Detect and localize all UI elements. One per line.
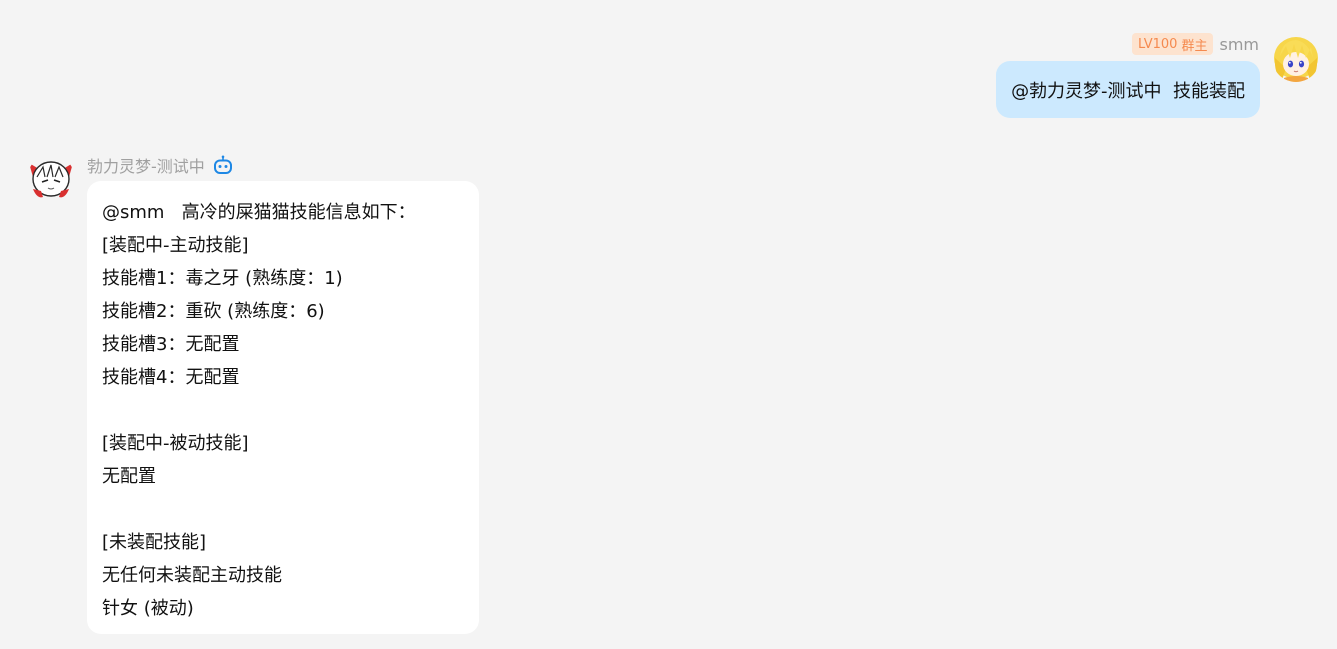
message-line: 技能槽4：无配置 bbox=[102, 367, 240, 388]
message-line: [未装配技能] bbox=[102, 532, 207, 553]
message-line bbox=[102, 394, 464, 427]
avatar-image bbox=[27, 155, 75, 203]
role-text: 群主 bbox=[1181, 38, 1208, 54]
blonde-anime-girl-avatar[interactable] bbox=[1272, 34, 1320, 82]
message-line: 无任何未装配主动技能 bbox=[102, 565, 282, 586]
message-line: 针女 (被动) bbox=[102, 598, 194, 619]
message-line: 技能槽3：无配置 bbox=[102, 334, 240, 355]
message-line: 技能槽1：毒之牙 (熟练度：1) bbox=[102, 268, 343, 289]
level-text: LV100 bbox=[1137, 36, 1178, 52]
message-line: [装配中-主动技能] bbox=[102, 235, 249, 256]
message-line: @smm 高冷的屎猫猫技能信息如下： bbox=[102, 202, 416, 223]
message-line: [装配中-被动技能] bbox=[102, 433, 249, 454]
outgoing-sender-name[interactable]: smm bbox=[1219, 35, 1259, 54]
incoming-message-bubble[interactable]: @smm 高冷的屎猫猫技能信息如下： [装配中-主动技能] 技能槽1：毒之牙 (… bbox=[87, 181, 479, 634]
robot-icon bbox=[213, 155, 233, 175]
message-line bbox=[102, 493, 464, 526]
reimu-chibi-avatar[interactable] bbox=[27, 155, 75, 203]
avatar-image bbox=[1272, 34, 1320, 82]
outgoing-message-header: LV100 群主 smm bbox=[1131, 33, 1259, 55]
member-level-badge: LV100 群主 bbox=[1131, 33, 1214, 55]
incoming-sender-name[interactable]: 勃力灵梦-测试中 bbox=[87, 153, 205, 177]
message-line: 技能槽2：重砍 (熟练度：6) bbox=[102, 301, 325, 322]
incoming-message-header: 勃力灵梦-测试中 bbox=[87, 153, 233, 177]
message-line: 无配置 bbox=[102, 466, 156, 487]
outgoing-message-bubble[interactable]: @勃力灵梦-测试中 技能装配 bbox=[996, 61, 1260, 118]
